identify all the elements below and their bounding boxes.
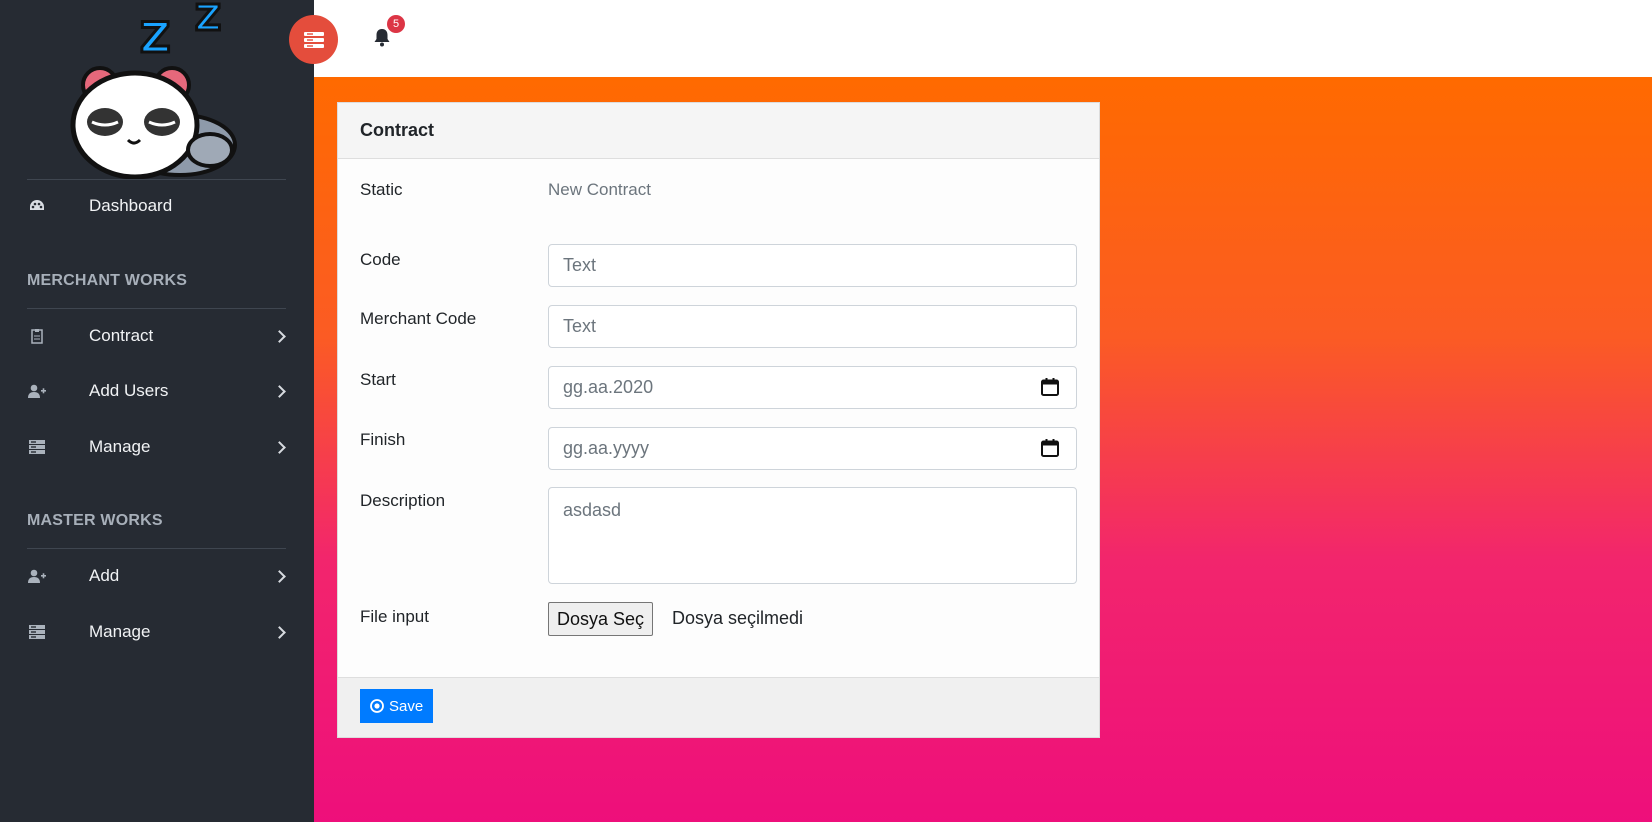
sidebar-divider	[27, 179, 286, 180]
sidebar-item-contract[interactable]: Contract	[27, 318, 286, 354]
calendar-icon[interactable]	[1040, 438, 1060, 458]
user-plus-icon	[27, 566, 47, 586]
merchant-code-input[interactable]: Text	[548, 305, 1077, 348]
menu-icon	[303, 31, 324, 48]
merchant-code-row: Merchant Code Text	[360, 305, 1077, 348]
clipboard-icon	[27, 326, 47, 346]
server-icon	[27, 437, 47, 457]
finish-row: Finish gg.aa.yyyy	[360, 427, 1077, 470]
merchant-code-label: Merchant Code	[360, 309, 477, 328]
choose-file-button[interactable]: Dosya Seç	[548, 602, 654, 636]
start-label: Start	[360, 370, 396, 389]
top-bar	[314, 0, 1652, 77]
card-footer: Save	[338, 677, 1099, 737]
chevron-right-icon	[273, 329, 286, 343]
svg-text:Z: Z	[195, 0, 221, 39]
description-textarea[interactable]: asdasd	[548, 487, 1077, 584]
palette-icon	[27, 196, 47, 216]
svg-text:Z: Z	[140, 13, 170, 62]
sidebar-item-label: Manage	[89, 437, 151, 456]
finish-date-value: gg.aa.yyyy	[563, 438, 650, 458]
card-title: Contract	[338, 103, 1099, 159]
code-input[interactable]: Text	[548, 244, 1077, 287]
dot-circle-icon	[370, 699, 384, 713]
sidebar: Z Z Dashboard MERCHANT WORKS Contract Ad…	[0, 0, 314, 822]
description-row: Description asdasd	[360, 487, 1077, 584]
calendar-icon[interactable]	[1040, 377, 1060, 397]
sleeping-panda-logo: Z Z	[60, 0, 260, 180]
file-input-row: File input Dosya Seç Dosya seçilmedi	[360, 602, 1077, 636]
chevron-right-icon	[273, 440, 286, 454]
code-row: Code Text	[360, 244, 1077, 287]
server-icon	[27, 622, 47, 642]
contract-form-card: Contract Static New Contract Code Text M…	[337, 102, 1100, 738]
sidebar-item-label: Contract	[89, 326, 154, 345]
start-date-input[interactable]: gg.aa.2020	[548, 366, 1077, 409]
code-label: Code	[360, 250, 401, 269]
start-row: Start gg.aa.2020	[360, 366, 1077, 409]
sidebar-item-manage[interactable]: Manage	[27, 429, 286, 465]
static-value: New Contract	[548, 180, 651, 199]
sidebar-item-label: Add	[89, 566, 120, 585]
finish-date-input[interactable]: gg.aa.yyyy	[548, 427, 1077, 470]
sidebar-item-master-manage[interactable]: Manage	[27, 614, 286, 650]
save-label: Save	[389, 697, 424, 715]
file-input-label: File input	[360, 607, 429, 626]
static-label: Static	[360, 180, 403, 199]
start-date-value: gg.aa.2020	[563, 377, 654, 397]
sidebar-item-add-users[interactable]: Add Users	[27, 373, 286, 409]
sidebar-item-add[interactable]: Add	[27, 558, 286, 594]
sidebar-item-label: Add Users	[89, 381, 169, 400]
user-plus-icon	[27, 381, 47, 401]
sidebar-item-label: Dashboard	[89, 196, 173, 215]
chevron-right-icon	[273, 625, 286, 639]
finish-label: Finish	[360, 430, 406, 449]
sidebar-divider	[27, 548, 286, 549]
description-label: Description	[360, 491, 446, 510]
chevron-right-icon	[273, 569, 286, 583]
chevron-right-icon	[273, 384, 286, 398]
menu-toggle-button[interactable]	[289, 15, 338, 64]
static-row: Static New Contract	[360, 180, 1077, 204]
notification-count-badge: 5	[387, 15, 405, 33]
section-heading-merchant: MERCHANT WORKS	[27, 272, 188, 289]
save-button[interactable]: Save	[360, 689, 434, 723]
file-status-text: Dosya seçilmedi	[672, 608, 804, 628]
sidebar-item-dashboard[interactable]: Dashboard	[27, 188, 286, 224]
section-heading-master: MASTER WORKS	[27, 512, 163, 529]
sidebar-divider	[27, 308, 286, 309]
sidebar-item-label: Manage	[89, 622, 151, 641]
